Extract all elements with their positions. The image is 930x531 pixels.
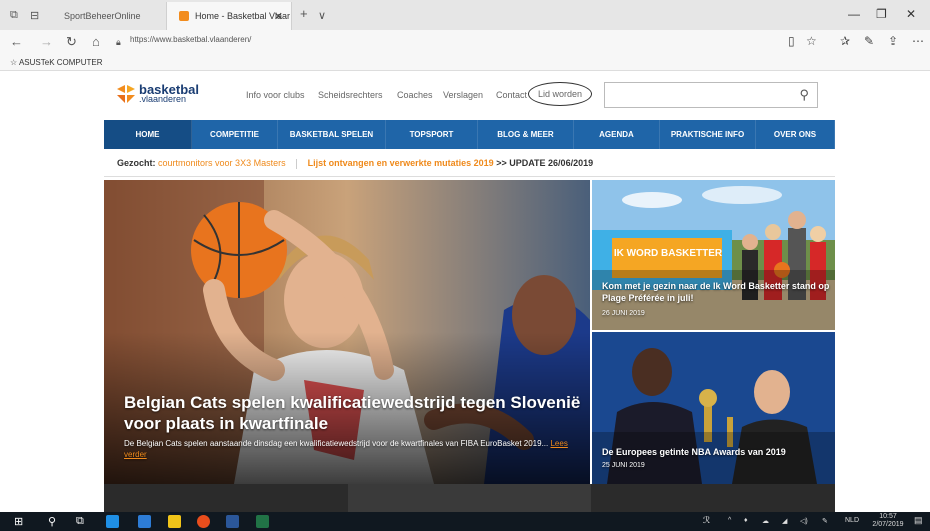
lid-worden-label: Lid worden — [537, 89, 583, 99]
news-ticker: Gezocht: courtmonitors voor 3X3 Masters … — [117, 158, 593, 169]
share-icon[interactable]: ⇪ — [888, 34, 898, 48]
ticker-divider — [296, 158, 298, 169]
excel-icon[interactable] — [256, 515, 269, 528]
tray-app-icon[interactable]: ♦ — [744, 517, 748, 524]
close-window-icon[interactable]: ✕ — [906, 7, 916, 21]
task-view-icon[interactable]: ⧉ — [76, 515, 84, 528]
reading-view-icon[interactable]: ▯ — [788, 34, 795, 48]
set-aside-tabs-icon[interactable]: ⊟ — [30, 9, 39, 22]
tab-label: SportBeheerOnline — [64, 11, 141, 21]
tab-sportbeheeronline[interactable]: SportBeheerOnline — [52, 2, 164, 30]
lock-icon: 🔒︎ — [116, 37, 121, 47]
network-icon[interactable]: ◢ — [782, 517, 787, 525]
file-explorer-icon[interactable] — [138, 515, 151, 528]
side-article-2[interactable]: De Europees getinte NBA Awards van 2019 … — [592, 332, 835, 484]
site-search-input[interactable]: ⚲ — [604, 82, 818, 108]
action-center-icon[interactable]: ▤ — [914, 515, 923, 526]
browser-tab-bar: ⧉ ⊟ SportBeheerOnline Home - Basketbal V… — [0, 0, 930, 30]
volume-icon[interactable]: ◁) — [800, 517, 808, 525]
language-indicator[interactable]: NLD — [845, 517, 859, 524]
link-contact[interactable]: Contact — [496, 90, 527, 100]
ticker-link-courtmonitors[interactable]: courtmonitors voor 3X3 Masters — [158, 158, 286, 168]
site-logo[interactable]: basketbal .vlaanderen — [117, 83, 199, 104]
divider — [104, 176, 835, 177]
pen-icon[interactable]: ✎ — [864, 34, 874, 48]
windows-taskbar: ⊞ ⚲ ⧉ ℛ ^ ♦ ☁ ◢ ◁) ✎ NLD 10:57 2/07/2019… — [0, 512, 930, 531]
edge-icon[interactable] — [106, 515, 119, 528]
side-photo-1: IK WORD BASKETTER — [592, 180, 835, 330]
tab-actions-icon[interactable]: ⧉ — [10, 9, 18, 22]
side-article-1[interactable]: IK WORD BASKETTER Kom met je gezin naar … — [592, 180, 835, 330]
url-field[interactable]: https://www.basketbal.vlaanderen/ — [130, 35, 251, 44]
favorite-item[interactable]: ASUSTeK COMPUTER — [19, 58, 103, 67]
nav-competitie[interactable]: COMPETITIE — [192, 120, 278, 149]
word-icon[interactable] — [226, 515, 239, 528]
nav-praktische-info[interactable]: PRAKTISCHE INFO — [660, 120, 756, 149]
show-hidden-icons[interactable]: ^ — [728, 517, 731, 524]
onedrive-icon[interactable]: ☁ — [762, 517, 769, 525]
windows-start-icon[interactable]: ⊞ — [14, 515, 23, 528]
nav-agenda[interactable]: AGENDA — [574, 120, 660, 149]
link-verslagen[interactable]: Verslagen — [443, 90, 483, 100]
address-bar-row: ← → ↻ ⌂ 🔒︎ https://www.basketbal.vlaande… — [0, 30, 930, 56]
nav-home[interactable]: HOME — [104, 120, 192, 149]
side-article-1-date: 26 JUNI 2019 — [602, 310, 645, 317]
side-article-2-title[interactable]: De Europees getinte NBA Awards van 2019 — [602, 446, 830, 458]
back-icon[interactable]: ← — [10, 34, 23, 49]
home-icon[interactable]: ⌂ — [92, 34, 100, 49]
logo-mark-icon — [117, 85, 135, 103]
nav-topsport[interactable]: TOPSPORT — [386, 120, 478, 149]
hero-summary: De Belgian Cats spelen aanstaande dinsda… — [124, 438, 574, 460]
nav-blog-meer[interactable]: BLOG & MEER — [478, 120, 574, 149]
nav-over-ons[interactable]: OVER ONS — [756, 120, 835, 149]
site-favicon-icon — [179, 11, 189, 21]
search-icon[interactable]: ⚲ — [48, 515, 56, 528]
minimize-icon[interactable]: — — [848, 7, 860, 21]
tab-home-basketbal[interactable]: Home - Basketbal Vlaar ✕ — [166, 2, 292, 30]
below-fold-section — [104, 484, 835, 512]
pen-workspace-icon[interactable]: ✎ — [822, 517, 828, 525]
new-tab-button[interactable]: + — [300, 6, 308, 21]
people-icon[interactable]: ℛ — [703, 515, 710, 526]
link-info-voor-clubs[interactable]: Info voor clubs — [246, 90, 305, 100]
chrome-icon[interactable] — [197, 515, 210, 528]
clock-date: 2/07/2019 — [872, 521, 904, 528]
refresh-icon[interactable]: ↻ — [66, 34, 77, 50]
favorites-bar: ☆ ASUSTeK COMPUTER — [0, 56, 930, 71]
clock[interactable]: 10:57 2/07/2019 — [868, 513, 908, 529]
search-icon[interactable]: ⚲ — [799, 87, 809, 103]
main-navigation: HOME COMPETITIE BASKETBAL SPELEN TOPSPOR… — [104, 120, 835, 149]
web-page: basketbal .vlaanderen Info voor clubs Sc… — [0, 72, 930, 512]
more-icon[interactable]: ⋯ — [912, 34, 924, 48]
hero-title[interactable]: Belgian Cats spelen kwalificatiewedstrij… — [124, 392, 584, 434]
link-coaches[interactable]: Coaches — [397, 90, 433, 100]
favorites-hub-icon[interactable]: ✰ — [840, 34, 850, 48]
store-icon[interactable] — [168, 515, 181, 528]
hero-summary-text: De Belgian Cats spelen aanstaande dinsda… — [124, 439, 549, 448]
ticker-update-text: >> UPDATE 26/06/2019 — [496, 158, 594, 168]
side-article-1-title[interactable]: Kom met je gezin naar de Ik Word Baskett… — [602, 280, 830, 304]
nav-basketbal-spelen[interactable]: BASKETBAL SPELEN — [278, 120, 386, 149]
lid-worden-link[interactable]: Lid worden — [528, 82, 592, 106]
banner-text: IK WORD BASKETTER — [614, 248, 723, 259]
ticker-label: Gezocht: — [117, 158, 156, 168]
maximize-icon[interactable]: ❐ — [876, 7, 887, 21]
below-fold-card — [348, 484, 591, 512]
side-article-2-date: 25 JUNI 2019 — [602, 462, 645, 469]
link-scheidsrechters[interactable]: Scheidsrechters — [318, 90, 383, 100]
favorite-star-icon[interactable]: ☆ — [806, 34, 817, 48]
ticker-link-mutaties[interactable]: Lijst ontvangen en verwerkte mutaties 20… — [308, 158, 494, 168]
clock-time: 10:57 — [879, 513, 897, 520]
tab-list-icon[interactable]: ∨ — [318, 9, 326, 22]
forward-icon[interactable]: → — [40, 34, 53, 49]
hero-article[interactable]: Belgian Cats spelen kwalificatiewedstrij… — [104, 180, 590, 484]
star-icon: ☆ — [10, 58, 19, 67]
close-tab-icon[interactable]: ✕ — [274, 10, 283, 23]
